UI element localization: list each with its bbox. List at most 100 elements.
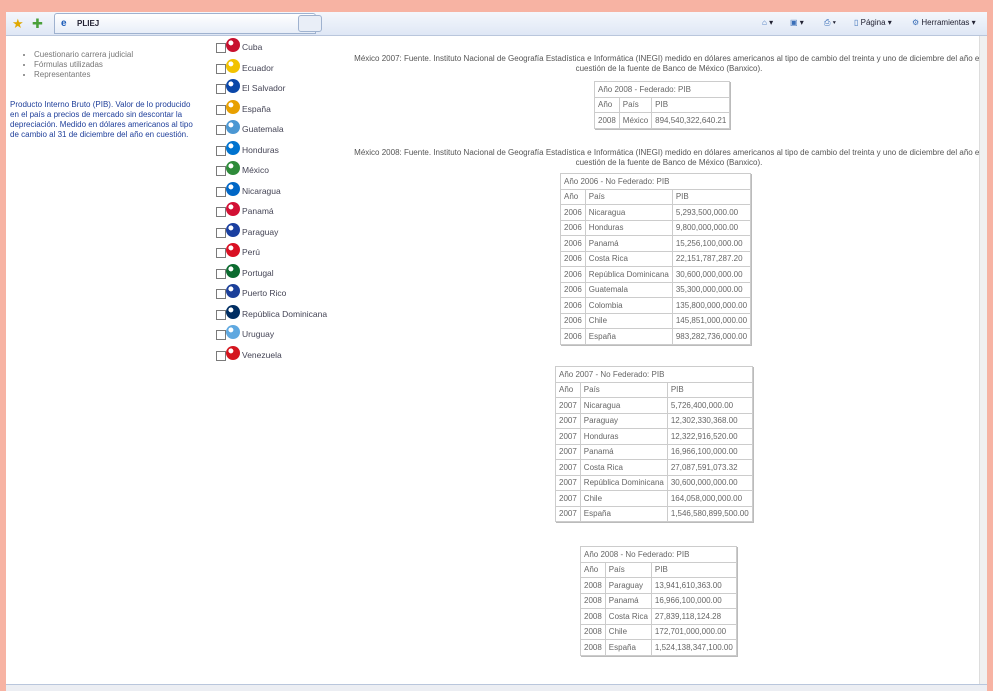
- table-cell: Honduras: [584, 219, 673, 236]
- table-cell: 2008: [594, 112, 620, 129]
- table-2008-no-federado: Año 2008 - No Federado: PIB Año País PIB 200…: [580, 546, 737, 656]
- page-icon: ▯: [854, 18, 859, 27]
- flag-icon: [226, 243, 240, 257]
- link-cuestionario[interactable]: Cuestionario carrera judicial: [34, 50, 133, 60]
- table-header-row: Año País PIB: [560, 188, 752, 205]
- country-label: El Salvador: [242, 83, 286, 93]
- browser-tab[interactable]: e PLIEJ: [54, 13, 316, 34]
- column-header: País: [584, 188, 673, 205]
- table-header-row: Año País PIB: [580, 561, 737, 578]
- table-cell: Nicaragua: [579, 397, 668, 414]
- country-checkbox[interactable]: [216, 145, 226, 156]
- table-2006-no-federado: Año 2006 - No Federado: PIB Año País PIB 200…: [559, 173, 752, 345]
- table-row: 2006 Nicaragua 5,293,500,000.00: [560, 204, 752, 221]
- country-checkbox[interactable]: [216, 43, 226, 53]
- table-cell: 16,966,100,000.00: [650, 592, 737, 609]
- table-row: 2006 Chile 145,851,000,000.00: [560, 312, 752, 329]
- country-label: Cuba: [242, 42, 263, 52]
- table-cell: 172,701,000,000.00: [650, 623, 737, 640]
- table-row: 2007 Nicaragua 5,726,400,000.00: [555, 397, 753, 414]
- table-cell: Nicaragua: [584, 204, 673, 221]
- table-row: 2007 Costa Rica 27,087,591,073.32: [555, 459, 753, 476]
- table-cell: Chile: [604, 623, 652, 640]
- country-checkbox[interactable]: [216, 289, 226, 299]
- table-cell: 2008: [580, 592, 606, 609]
- table-row: 2008 Costa Rica 27,839,118,124.28: [580, 608, 737, 625]
- table-cell: 5,293,500,000.00: [671, 204, 752, 221]
- favorites-star-icon[interactable]: ★: [12, 16, 24, 32]
- new-tab-button[interactable]: [298, 15, 322, 32]
- source-note-2007: México 2007: Fuente. Instituto Nacional …: [354, 54, 984, 73]
- table-cell: 2006: [560, 297, 586, 314]
- country-checkbox[interactable]: [216, 84, 226, 94]
- table-cell: Chile: [584, 312, 673, 329]
- country-checkbox[interactable]: [216, 309, 226, 320]
- table-cell: 2007: [555, 428, 581, 445]
- flag-icon: [226, 345, 240, 360]
- home-icon[interactable]: ⌂ ▾: [762, 18, 773, 27]
- country-label: Portugal: [242, 267, 274, 278]
- table-cell: 2006: [560, 235, 586, 252]
- table-cell: 983,282,736,000.00: [671, 328, 752, 345]
- country-checkbox[interactable]: [216, 104, 226, 115]
- country-label: Nicaragua: [242, 185, 281, 196]
- table-header-row: Año País PIB: [594, 96, 731, 113]
- country-checkbox[interactable]: [216, 166, 226, 176]
- table-cell: Costa Rica: [584, 250, 673, 267]
- table-cell: 2006: [560, 250, 586, 267]
- country-checkbox[interactable]: [216, 248, 226, 258]
- tools-menu[interactable]: ⚙ Herramientas ▾: [912, 18, 976, 27]
- table-caption: Año 2006 - No Federado: PIB: [559, 173, 752, 190]
- table-row: 2007 Chile 164,058,000,000.00: [555, 490, 753, 507]
- add-favorites-icon[interactable]: ✚: [32, 16, 43, 32]
- link-formulas[interactable]: Fórmulas utilizadas: [34, 60, 133, 70]
- table-cell: 12,322,916,520.00: [666, 428, 753, 445]
- table-row: 2007 Honduras 12,322,916,520.00: [555, 428, 753, 445]
- table-row: 2006 Guatemala 35,300,000,000.00: [560, 281, 752, 298]
- country-label: Uruguay: [242, 329, 275, 339]
- column-header: País: [604, 561, 652, 578]
- table-2007-no-federado: Año 2007 - No Federado: PIB Año País PIB 200…: [555, 366, 753, 522]
- browser-tab-title: PLIEJ: [77, 19, 100, 28]
- table-row: 2008 Panamá 16,966,100,000.00: [580, 592, 737, 609]
- table-cell: 894,540,322,640.21: [651, 112, 731, 129]
- column-header: PIB: [666, 381, 753, 398]
- table-cell: 1,546,580,899,500.00: [666, 505, 753, 522]
- table-caption-row: Año 2008 - Federado: PIB: [593, 81, 731, 98]
- flag-icon: [226, 181, 240, 196]
- country-checkbox[interactable]: [216, 227, 226, 238]
- country-label: Paraguay: [242, 226, 279, 237]
- table-cell: España: [604, 639, 652, 656]
- country-checkbox[interactable]: [216, 63, 226, 74]
- country-label: Perú: [242, 247, 260, 257]
- link-representantes[interactable]: Representantes: [34, 70, 133, 80]
- browser-toolbar: ★ ✚ e PLIEJ ⌂ ▾ ▣ ▾ ⎙ ▾ ▯ Página ▾ ⚙ Her…: [6, 12, 987, 36]
- table-cell: Panamá: [604, 592, 652, 609]
- table-cell: 2008: [580, 577, 606, 594]
- print-icon[interactable]: ⎙ ▾: [824, 18, 836, 28]
- table-cell: 2007: [555, 459, 581, 476]
- country-checkbox[interactable]: [216, 207, 226, 217]
- flag-icon: [226, 325, 240, 339]
- table-row: 2007 España 1,546,580,899,500.00: [555, 505, 753, 522]
- table-row: 2008 Paraguay 13,941,610,363.00: [580, 577, 737, 594]
- feeds-icon[interactable]: ▣ ▾: [790, 18, 804, 27]
- country-label: Panamá: [242, 206, 274, 216]
- country-checkbox[interactable]: [216, 125, 226, 135]
- country-checkbox[interactable]: [216, 186, 226, 197]
- table-cell: 27,087,591,073.32: [666, 459, 753, 476]
- table-cell: República Dominicana: [579, 474, 668, 491]
- country-checkbox[interactable]: [216, 268, 226, 279]
- flag-icon: [226, 38, 240, 52]
- country-label: España: [242, 103, 271, 114]
- country-checkbox[interactable]: [216, 330, 226, 340]
- page-menu[interactable]: ▯ Página ▾: [854, 18, 892, 27]
- country-label: Honduras: [242, 144, 279, 155]
- country-label: Guatemala: [242, 124, 284, 134]
- flag-icon: [226, 99, 240, 114]
- table-caption-row: Año 2006 - No Federado: PIB: [559, 173, 752, 190]
- table-cell: 15,256,100,000.00: [671, 235, 752, 252]
- country-checkbox[interactable]: [216, 350, 226, 361]
- column-header: PIB: [671, 188, 752, 205]
- vertical-scrollbar[interactable]: [979, 36, 987, 684]
